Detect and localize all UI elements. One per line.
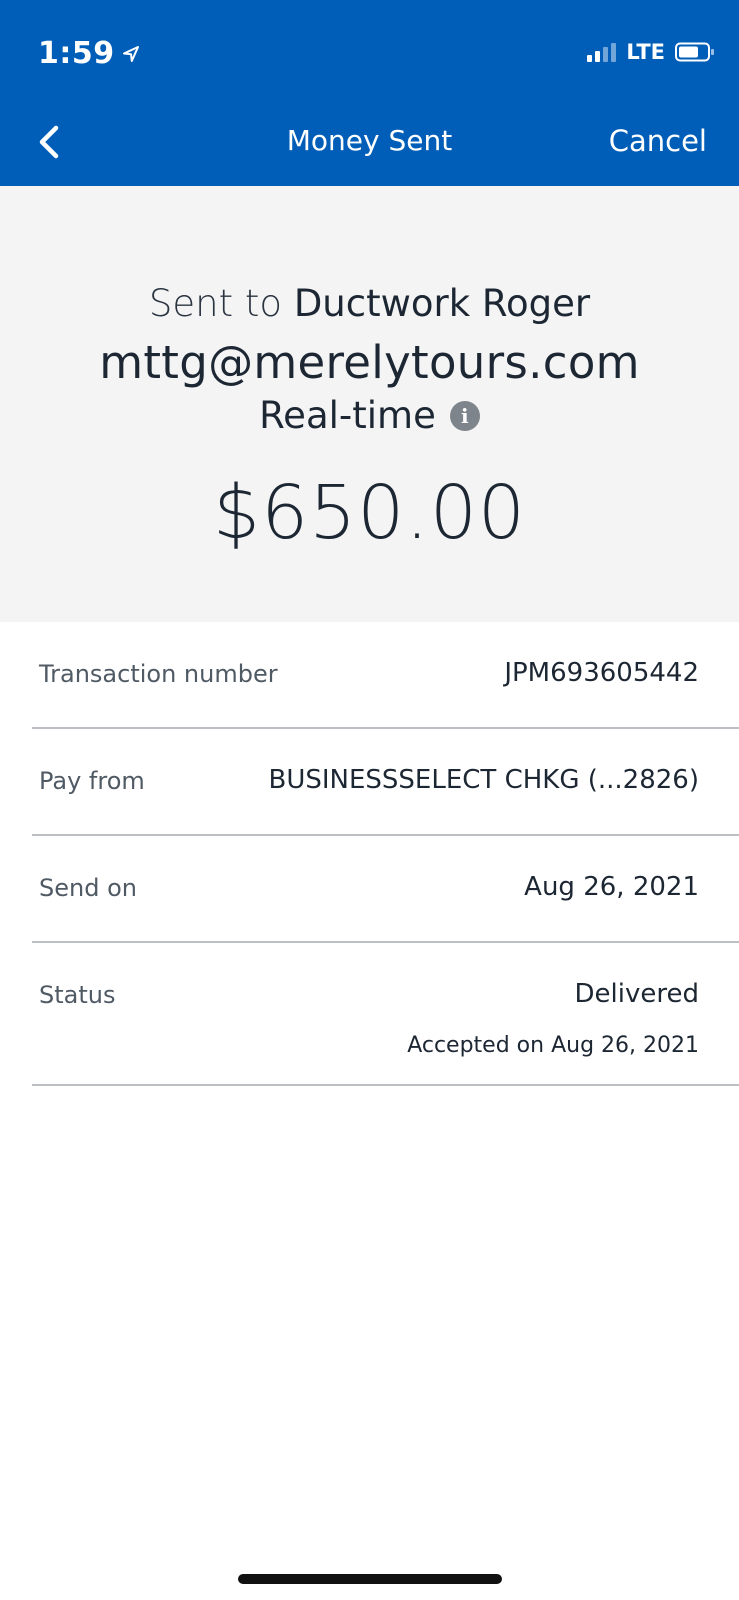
send-on-label: Send on bbox=[39, 874, 137, 902]
transaction-number-value: JPM693605442 bbox=[504, 658, 699, 688]
sent-to-prefix: Sent to bbox=[148, 282, 283, 325]
sent-to-line: Sent to Ductwork Roger bbox=[0, 282, 739, 325]
transaction-number-row: Transaction number JPM693605442 bbox=[32, 622, 739, 729]
delivery-speed-line: Real-time i bbox=[0, 394, 739, 437]
top-bar: 1:59 LTE Money Sent Cancel bbox=[0, 0, 739, 186]
home-indicator[interactable] bbox=[238, 1574, 502, 1584]
cellular-signal-icon bbox=[587, 42, 617, 62]
status-value: Delivered bbox=[574, 979, 699, 1009]
pay-from-row: Pay from BUSINESSSELECT CHKG (...2826) bbox=[32, 729, 739, 836]
cancel-button[interactable]: Cancel bbox=[609, 124, 707, 158]
status-bar-time: 1:59 bbox=[38, 36, 141, 71]
status-row: Status Delivered Accepted on Aug 26, 202… bbox=[32, 943, 739, 1086]
transaction-details: Transaction number JPM693605442 Pay from… bbox=[32, 622, 739, 1086]
pay-from-label: Pay from bbox=[39, 767, 145, 795]
pay-from-value: BUSINESSSELECT CHKG (...2826) bbox=[268, 765, 700, 795]
transaction-number-label: Transaction number bbox=[39, 660, 278, 688]
payment-summary: Sent to Ductwork Roger mttg@merelytours.… bbox=[0, 186, 739, 622]
payment-amount: $650.00 bbox=[212, 470, 526, 556]
battery-icon bbox=[675, 42, 714, 62]
delivery-speed-label: Real-time bbox=[259, 394, 436, 437]
clock-text: 1:59 bbox=[38, 36, 115, 71]
info-icon[interactable]: i bbox=[449, 400, 480, 431]
status-accepted-date: Accepted on Aug 26, 2021 bbox=[407, 1033, 699, 1058]
network-type-label: LTE bbox=[626, 40, 665, 64]
recipient-email: mttg@merelytours.com bbox=[99, 336, 640, 389]
status-label: Status bbox=[39, 981, 116, 1009]
location-arrow-icon bbox=[122, 45, 139, 62]
send-on-row: Send on Aug 26, 2021 bbox=[32, 836, 739, 943]
status-bar-indicators: LTE bbox=[587, 40, 715, 64]
send-on-value: Aug 26, 2021 bbox=[524, 872, 699, 902]
recipient-name: Ductwork Roger bbox=[293, 282, 591, 325]
